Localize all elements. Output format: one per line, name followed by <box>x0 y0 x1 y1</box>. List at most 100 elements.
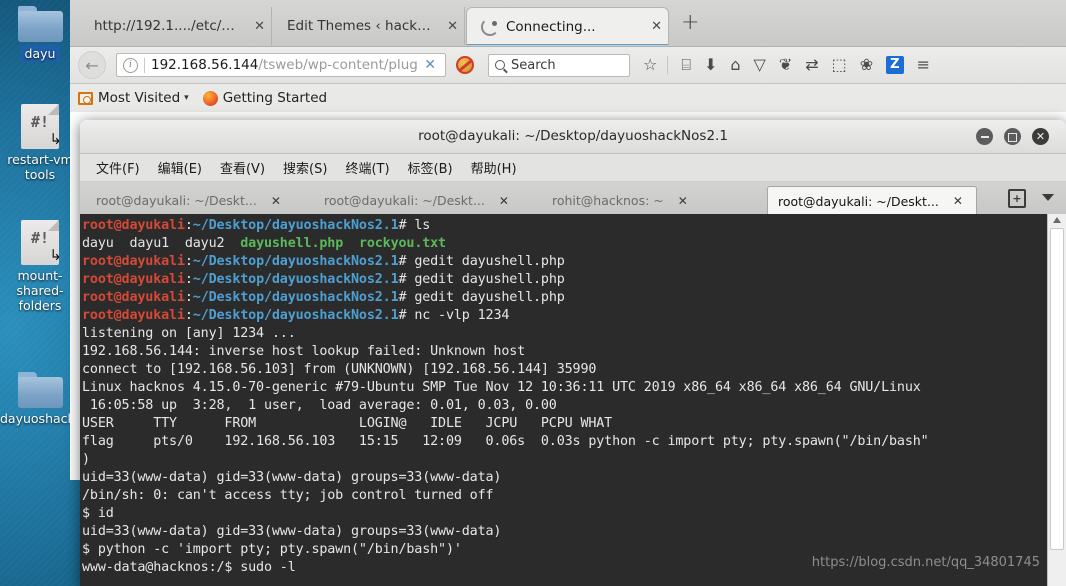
cookie-icon[interactable]: ❀ <box>860 57 873 73</box>
terminal-segment: : <box>184 272 193 287</box>
terminal-segment: ~/Desktop/dayuoshackNos2.1 <box>192 254 399 269</box>
bookmarks-toolbar: Most Visited ▾ Getting Started <box>70 84 1066 113</box>
terminal-segment: $ id <box>82 506 114 521</box>
menu-help[interactable]: 帮助(H) <box>462 158 526 177</box>
bookmark-star-icon[interactable]: ☆ <box>643 57 657 73</box>
menu-icon[interactable]: ≡ <box>917 57 930 73</box>
terminal-tab-close-icon[interactable]: ✕ <box>678 194 688 208</box>
site-info-icon[interactable]: i <box>123 57 138 73</box>
terminal-tab-label: root@dayukali: ~/Deskt... <box>324 193 485 208</box>
terminal-tab-close-icon[interactable]: ✕ <box>953 194 963 208</box>
menu-search[interactable]: 搜索(S) <box>274 158 336 177</box>
folder-bookmark-icon <box>78 91 93 105</box>
clear-url-button[interactable]: ✕ <box>417 57 443 73</box>
terminal-segment: : <box>184 218 193 233</box>
search-input[interactable]: Search <box>488 53 630 77</box>
browser-tab-2[interactable]: Connecting... ✕ <box>466 7 669 45</box>
scrollbar-thumb[interactable] <box>1050 228 1064 550</box>
terminal-tab-1[interactable]: root@dayukali: ~/Deskt... ✕ <box>314 186 524 215</box>
tab-close-icon[interactable]: ✕ <box>639 19 662 34</box>
terminal-segment: /bin/sh: 0: can't access tty; job contro… <box>82 488 494 503</box>
tab-list-dropdown-icon[interactable] <box>1042 194 1054 201</box>
url-path: /tsweb/wp-content/plugins/g <box>258 57 418 73</box>
tab-close-icon[interactable]: ✕ <box>435 19 458 34</box>
terminal-segment: ~/Desktop/dayuoshackNos2.1 <box>192 218 399 233</box>
terminal-line: root@dayukali:~/Desktop/dayuoshackNos2.1… <box>82 253 1048 271</box>
terminal-line: $ id <box>82 505 1048 523</box>
terminal-segment: # ls <box>398 218 431 233</box>
scroll-up-arrow-icon[interactable] <box>1053 217 1061 223</box>
downloads-icon[interactable]: ⬇ <box>704 57 717 73</box>
menu-file[interactable]: 文件(F) <box>87 158 149 177</box>
close-button[interactable]: ✕ <box>1032 128 1049 145</box>
desktop-icon-area: dayu #! ↳ restart-vm tools #! ↳ mount-shared-f… <box>0 0 119 586</box>
terminal-line: uid=33(www-data) gid=33(www-data) groups… <box>82 469 1048 487</box>
watermark-text: https://blog.csdn.net/qq_34801745 <box>811 555 1040 570</box>
desktop-icon-label: dayu <box>19 45 61 62</box>
terminal-segment: dayushell.php <box>240 236 344 251</box>
hackbar-icon[interactable]: ⇄ <box>805 57 818 73</box>
terminal-tab-label: root@dayukali: ~/Deskt... <box>778 193 939 209</box>
address-bar[interactable]: i 192.168.56.144/tsweb/wp-content/plugin… <box>116 53 446 77</box>
menu-tabs[interactable]: 标签(B) <box>399 158 462 177</box>
bookmark-most-visited[interactable]: Most Visited ▾ <box>78 90 189 106</box>
terminal-segment: : <box>184 290 193 305</box>
terminal-segment: : <box>184 308 193 323</box>
terminal-window: root@dayukali: ~/Desktop/dayuoshackNos2.… <box>80 120 1066 586</box>
terminal-tab-3[interactable]: root@dayukali: ~/Deskt... ✕ <box>767 186 977 215</box>
terminal-segment: # gedit dayushell.php <box>398 272 565 287</box>
terminal-tab-0[interactable]: root@dayukali: ~/Deskt... ✕ <box>86 186 296 215</box>
spider-icon[interactable]: ❦ <box>779 57 792 73</box>
terminal-line: uid=33(www-data) gid=33(www-data) groups… <box>82 523 1048 541</box>
terminal-segment: uid=33(www-data) gid=33(www-data) groups… <box>82 524 502 539</box>
desktop-icon-dayu[interactable]: dayu <box>0 6 80 62</box>
terminal-line: root@dayukali:~/Desktop/dayuoshackNos2.1… <box>82 307 1048 325</box>
menu-view[interactable]: 查看(V) <box>211 158 274 177</box>
minimize-button[interactable] <box>976 128 993 145</box>
bookmark-getting-started[interactable]: Getting Started <box>202 90 327 106</box>
library-icon[interactable]: ⌸ <box>681 57 691 73</box>
shield-icon[interactable]: ▽ <box>754 57 766 73</box>
terminal-segment: root@dayukali <box>82 290 185 305</box>
terminal-segment: ~/Desktop/dayuoshackNos2.1 <box>192 290 399 305</box>
back-button[interactable]: ← <box>78 51 106 79</box>
terminal-segment: flag pts/0 192.168.56.103 15:15 12:09 0.… <box>82 434 929 449</box>
home-icon[interactable]: ⌂ <box>730 57 740 73</box>
desktop-icon-mount-shared-folders[interactable]: #! ↳ mount-shared-folders <box>0 220 80 313</box>
terminal-line: flag pts/0 192.168.56.103 15:15 12:09 0.… <box>82 433 1048 451</box>
add-tab-icon[interactable]: + <box>1008 189 1026 208</box>
terminal-tab-close-icon[interactable]: ✕ <box>271 194 281 208</box>
terminal-segment: connect to [192.168.56.103] from (UNKNOW… <box>82 362 597 377</box>
desktop-icon-dayuoshacknos2-1[interactable]: dayuoshackNos2.1 <box>0 372 119 426</box>
menu-terminal[interactable]: 终端(T) <box>336 158 398 177</box>
maximize-button[interactable] <box>1004 128 1021 145</box>
browser-tab-1[interactable]: Edit Themes ‹ hackNos-2...✕ <box>273 7 465 45</box>
terminal-line: connect to [192.168.56.103] from (UNKNOW… <box>82 361 1048 379</box>
desktop-icon-restart-vm-tools[interactable]: #! ↳ restart-vm tools <box>0 104 80 182</box>
zotero-icon[interactable]: Z <box>886 56 904 74</box>
terminal-segment: USER TTY FROM LOGIN@ IDLE JCPU PCPU WHAT <box>82 416 613 431</box>
terminal-scrollbar[interactable] <box>1047 214 1066 586</box>
new-tab-button[interactable]: + <box>681 12 699 34</box>
url-divider <box>144 57 145 73</box>
terminal-segment: 192.168.56.144: inverse host lookup fail… <box>82 344 526 359</box>
terminal-output-area[interactable]: root@dayukali:~/Desktop/dayuoshackNos2.1… <box>80 214 1066 586</box>
terminal-line: root@dayukali:~/Desktop/dayuoshackNos2.1… <box>82 289 1048 307</box>
terminal-line: Linux hacknos 4.15.0-70-generic #79-Ubun… <box>82 379 1048 397</box>
terminal-segment: root@dayukali <box>82 308 185 323</box>
terminal-tab-close-icon[interactable]: ✕ <box>499 194 509 208</box>
wappalyzer-icon[interactable]: ⬚ <box>832 57 847 73</box>
tab-close-icon[interactable]: ✕ <box>242 19 265 34</box>
bookmark-label: Most Visited <box>98 90 181 106</box>
script-file-icon: #! ↳ <box>21 104 62 149</box>
desktop-icon-label: dayuoshackNos2.1 <box>0 411 119 426</box>
terminal-segment: $ python -c 'import pty; pty.spawn("/bin… <box>82 542 462 557</box>
browser-tab-label: http://192.1..../etc/passwd <box>94 18 242 34</box>
terminal-line: 192.168.56.144: inverse host lookup fail… <box>82 343 1048 361</box>
terminal-tab-2[interactable]: rohit@hacknos: ~ ✕ <box>542 186 752 215</box>
menu-edit[interactable]: 编辑(E) <box>149 158 211 177</box>
folder-icon <box>17 372 63 408</box>
browser-navigation-bar: ← i 192.168.56.144/tsweb/wp-content/plug… <box>70 47 1066 84</box>
noscript-icon[interactable] <box>456 56 474 74</box>
browser-tab-0[interactable]: http://192.1..../etc/passwd✕ <box>80 7 272 45</box>
